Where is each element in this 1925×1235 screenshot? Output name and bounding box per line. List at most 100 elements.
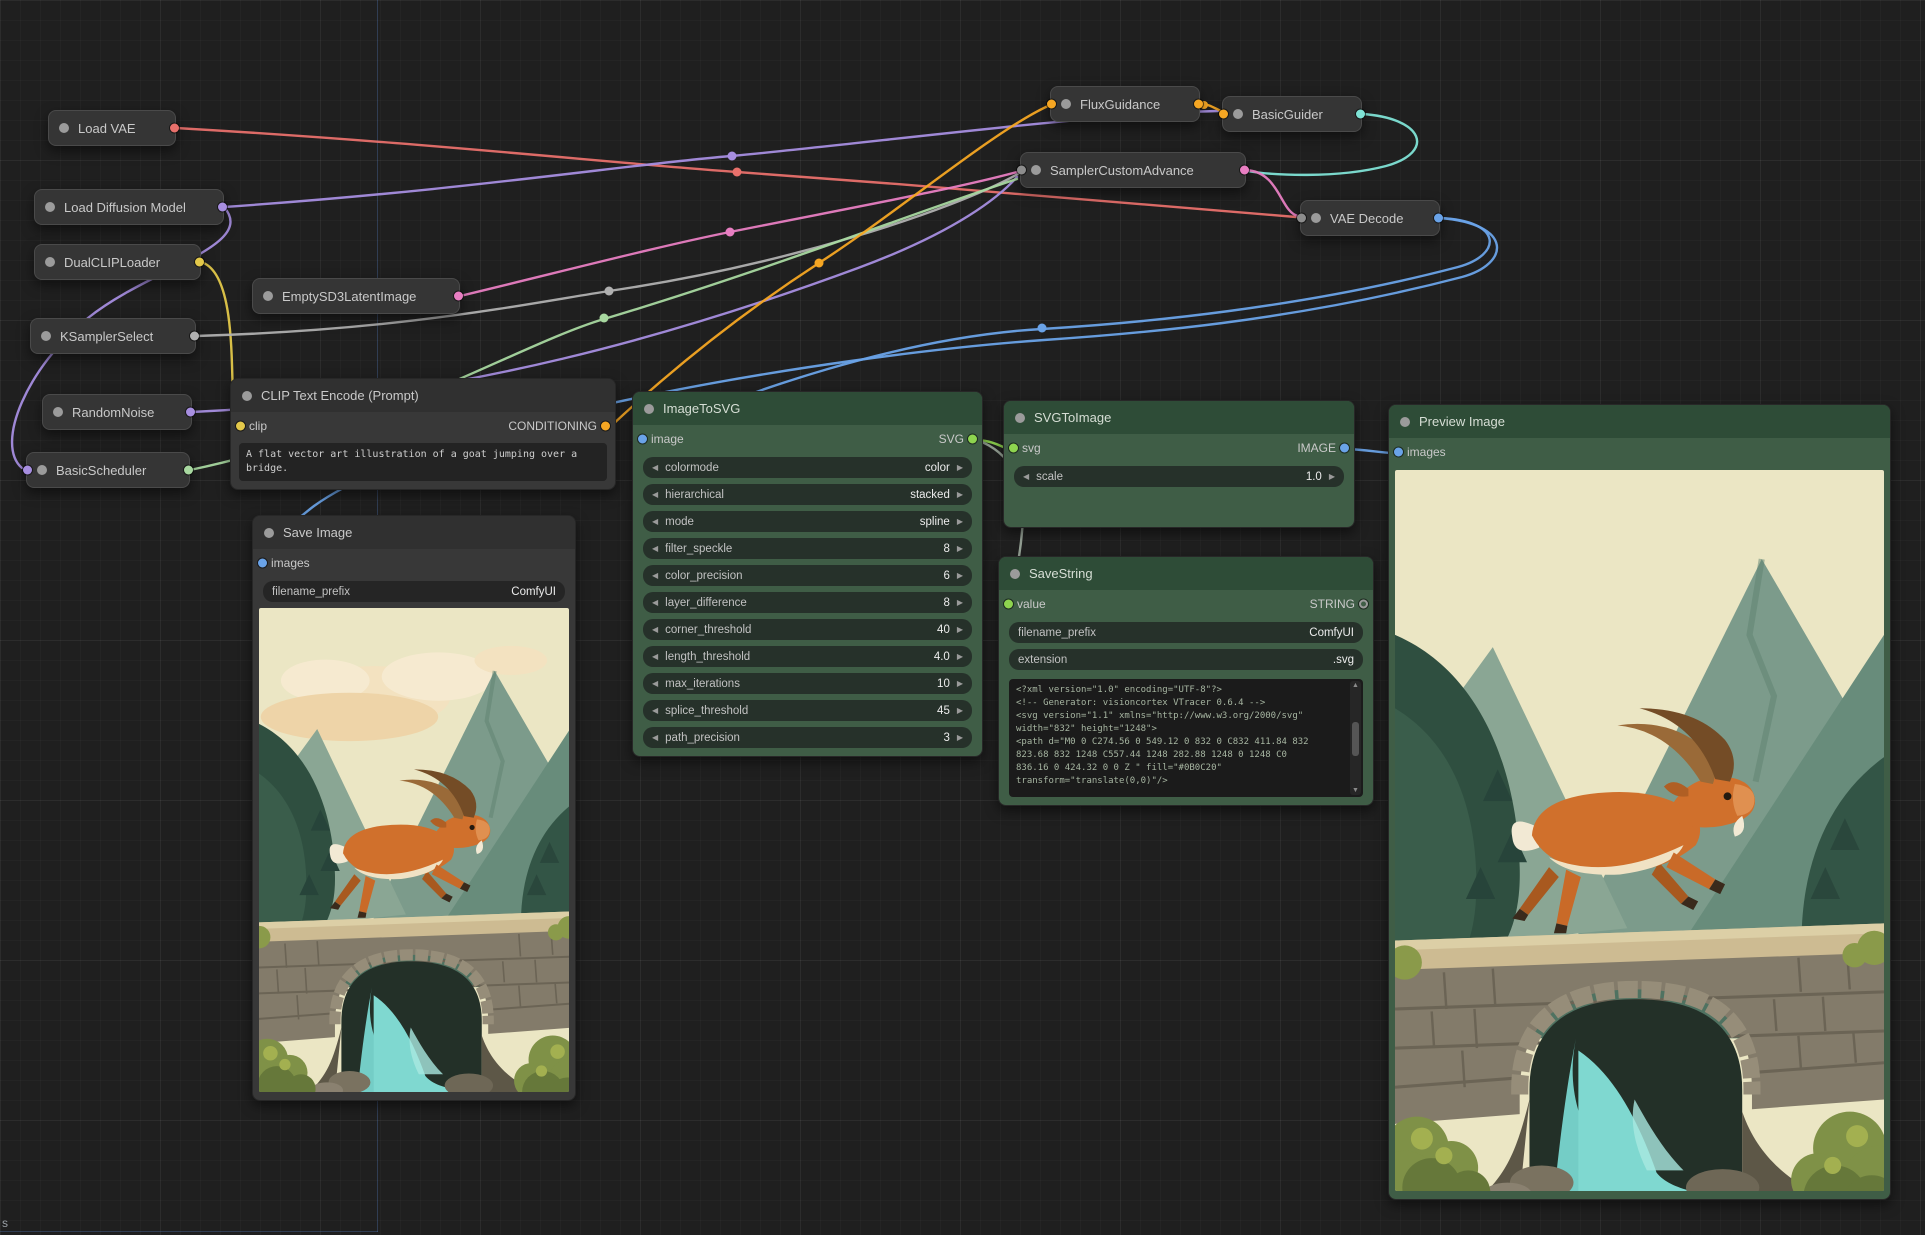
conditioning-output-slot[interactable] bbox=[601, 422, 610, 431]
increment-arrow-icon[interactable]: ▶ bbox=[957, 491, 963, 499]
inputs-slot[interactable] bbox=[1017, 166, 1026, 175]
node-savestring[interactable]: SaveString value STRING filename_prefix … bbox=[998, 556, 1374, 806]
scroll-down-icon[interactable]: ▼ bbox=[1352, 787, 1359, 794]
svg-input-slot[interactable] bbox=[1009, 444, 1018, 453]
decrement-arrow-icon[interactable]: ◀ bbox=[652, 572, 658, 580]
collapse-toggle-icon[interactable] bbox=[242, 391, 252, 401]
collapse-toggle-icon[interactable] bbox=[263, 291, 273, 301]
model-input-slot[interactable] bbox=[23, 466, 32, 475]
image-output-slot[interactable] bbox=[1434, 214, 1443, 223]
node-save-image[interactable]: Save Image images filename_prefix ComfyU… bbox=[252, 515, 576, 1101]
extension-widget[interactable]: extension .svg bbox=[1009, 649, 1363, 670]
node-header[interactable]: CLIP Text Encode (Prompt) bbox=[231, 379, 615, 412]
sampler-output-slot[interactable] bbox=[190, 332, 199, 341]
layer-difference-widget[interactable]: ◀ layer_difference 8 ▶ bbox=[643, 592, 972, 613]
node-randomnoise[interactable]: RandomNoise bbox=[42, 394, 192, 430]
collapse-toggle-icon[interactable] bbox=[1233, 109, 1243, 119]
collapse-toggle-icon[interactable] bbox=[1311, 213, 1321, 223]
decrement-arrow-icon[interactable]: ◀ bbox=[652, 464, 658, 472]
clip-output-slot[interactable] bbox=[195, 258, 204, 267]
image-input-slot[interactable] bbox=[638, 435, 647, 444]
increment-arrow-icon[interactable]: ▶ bbox=[957, 680, 963, 688]
filename-prefix-widget[interactable]: filename_prefix ComfyUI bbox=[263, 581, 565, 602]
svg-output-slot[interactable] bbox=[968, 435, 977, 444]
clip-input-slot[interactable] bbox=[236, 422, 245, 431]
images-input-slot[interactable] bbox=[258, 559, 267, 568]
vae-output-slot[interactable] bbox=[170, 124, 179, 133]
node-header[interactable]: SVGToImage bbox=[1004, 401, 1354, 434]
mode-widget[interactable]: ◀ mode spline ▶ bbox=[643, 511, 972, 532]
collapse-toggle-icon[interactable] bbox=[1400, 417, 1410, 427]
node-ksamplerselect[interactable]: KSamplerSelect bbox=[30, 318, 196, 354]
collapse-toggle-icon[interactable] bbox=[1031, 165, 1041, 175]
node-clip-text-encode[interactable]: CLIP Text Encode (Prompt) clip CONDITION… bbox=[230, 378, 616, 490]
increment-arrow-icon[interactable]: ▶ bbox=[957, 626, 963, 634]
collapse-toggle-icon[interactable] bbox=[264, 528, 274, 538]
collapse-toggle-icon[interactable] bbox=[644, 404, 654, 414]
scroll-up-icon[interactable]: ▲ bbox=[1352, 682, 1359, 689]
colormode-widget[interactable]: ◀ colormode color ▶ bbox=[643, 457, 972, 478]
hierarchical-widget[interactable]: ◀ hierarchical stacked ▶ bbox=[643, 484, 972, 505]
node-header[interactable]: Preview Image bbox=[1389, 405, 1890, 438]
color-precision-widget[interactable]: ◀ color_precision 6 ▶ bbox=[643, 565, 972, 586]
collapse-toggle-icon[interactable] bbox=[45, 257, 55, 267]
collapse-toggle-icon[interactable] bbox=[41, 331, 51, 341]
increment-arrow-icon[interactable]: ▶ bbox=[957, 464, 963, 472]
increment-arrow-icon[interactable]: ▶ bbox=[957, 572, 963, 580]
images-input-slot[interactable] bbox=[1394, 448, 1403, 457]
inputs-slot[interactable] bbox=[1219, 110, 1228, 119]
decrement-arrow-icon[interactable]: ◀ bbox=[652, 518, 658, 526]
decrement-arrow-icon[interactable]: ◀ bbox=[652, 734, 658, 742]
decrement-arrow-icon[interactable]: ◀ bbox=[1023, 473, 1029, 481]
scale-widget[interactable]: ◀ scale 1.0 ▶ bbox=[1014, 466, 1344, 487]
latent-output-slot[interactable] bbox=[454, 292, 463, 301]
collapse-toggle-icon[interactable] bbox=[37, 465, 47, 475]
noise-output-slot[interactable] bbox=[186, 408, 195, 417]
collapse-toggle-icon[interactable] bbox=[45, 202, 55, 212]
collapse-toggle-icon[interactable] bbox=[1010, 569, 1020, 579]
scrollbar-thumb[interactable] bbox=[1352, 722, 1359, 756]
string-output-slot[interactable] bbox=[1359, 600, 1368, 609]
node-basicscheduler[interactable]: BasicScheduler bbox=[26, 452, 190, 488]
node-basicguider[interactable]: BasicGuider bbox=[1222, 96, 1362, 132]
node-header[interactable]: SaveString bbox=[999, 557, 1373, 590]
collapse-toggle-icon[interactable] bbox=[1015, 413, 1025, 423]
decrement-arrow-icon[interactable]: ◀ bbox=[652, 653, 658, 661]
increment-arrow-icon[interactable]: ▶ bbox=[957, 545, 963, 553]
collapse-toggle-icon[interactable] bbox=[1061, 99, 1071, 109]
filename-prefix-widget[interactable]: filename_prefix ComfyUI bbox=[1009, 622, 1363, 643]
guider-output-slot[interactable] bbox=[1356, 110, 1365, 119]
increment-arrow-icon[interactable]: ▶ bbox=[957, 599, 963, 607]
node-load-diffusion-model[interactable]: Load Diffusion Model bbox=[34, 189, 224, 225]
image-output-slot[interactable] bbox=[1340, 444, 1349, 453]
node-fluxguidance[interactable]: FluxGuidance bbox=[1050, 86, 1200, 122]
value-input-slot[interactable] bbox=[1004, 600, 1013, 609]
increment-arrow-icon[interactable]: ▶ bbox=[1329, 473, 1335, 481]
decrement-arrow-icon[interactable]: ◀ bbox=[652, 626, 658, 634]
node-load-vae[interactable]: Load VAE bbox=[48, 110, 176, 146]
node-dualcliploader[interactable]: DualCLIPLoader bbox=[34, 244, 201, 280]
sigmas-output-slot[interactable] bbox=[184, 466, 193, 475]
inputs-slot[interactable] bbox=[1297, 214, 1306, 223]
node-svgtoimage[interactable]: SVGToImage svg IMAGE ◀ scale 1.0 ▶ bbox=[1003, 400, 1355, 528]
scrollbar[interactable]: ▲ ▼ bbox=[1350, 681, 1361, 795]
conditioning-input-slot[interactable] bbox=[1047, 100, 1056, 109]
node-graph-canvas[interactable]: Load VAE Load Diffusion Model DualCLIPLo… bbox=[0, 0, 1925, 1235]
corner-threshold-widget[interactable]: ◀ corner_threshold 40 ▶ bbox=[643, 619, 972, 640]
length-threshold-widget[interactable]: ◀ length_threshold 4.0 ▶ bbox=[643, 646, 972, 667]
decrement-arrow-icon[interactable]: ◀ bbox=[652, 707, 658, 715]
node-emptysd3latentimage[interactable]: EmptySD3LatentImage bbox=[252, 278, 460, 314]
filter-speckle-widget[interactable]: ◀ filter_speckle 8 ▶ bbox=[643, 538, 972, 559]
node-vae-decode[interactable]: VAE Decode bbox=[1300, 200, 1440, 236]
decrement-arrow-icon[interactable]: ◀ bbox=[652, 545, 658, 553]
increment-arrow-icon[interactable]: ▶ bbox=[957, 707, 963, 715]
splice-threshold-widget[interactable]: ◀ splice_threshold 45 ▶ bbox=[643, 700, 972, 721]
latent-output-slot[interactable] bbox=[1240, 166, 1249, 175]
node-header[interactable]: Save Image bbox=[253, 516, 575, 549]
increment-arrow-icon[interactable]: ▶ bbox=[957, 518, 963, 526]
collapse-toggle-icon[interactable] bbox=[53, 407, 63, 417]
svg-code-textarea[interactable]: <?xml version="1.0" encoding="UTF-8"?> <… bbox=[1009, 679, 1363, 797]
node-preview-image[interactable]: Preview Image images bbox=[1388, 404, 1891, 1200]
decrement-arrow-icon[interactable]: ◀ bbox=[652, 599, 658, 607]
collapse-toggle-icon[interactable] bbox=[59, 123, 69, 133]
